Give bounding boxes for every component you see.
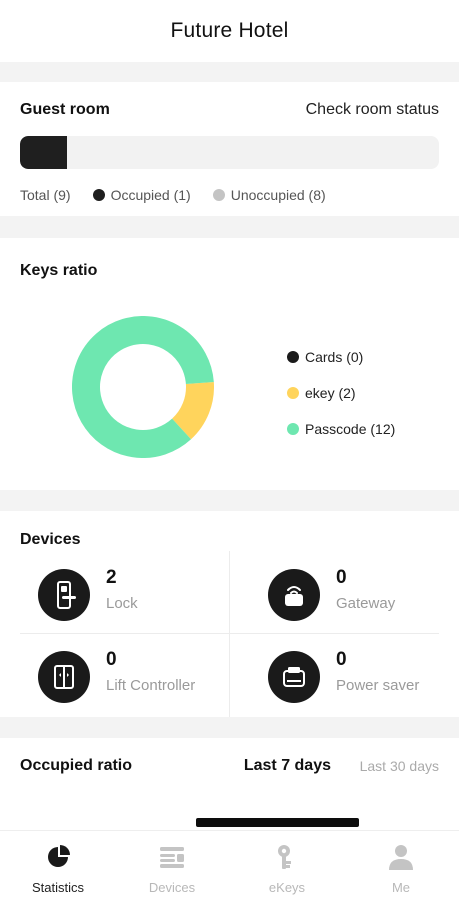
bottom-tab-bar: Statistics Devices eKeys Me [0, 830, 459, 900]
devices-card: Devices 2 Lock 0 Gateway 0 Lift Controll… [0, 511, 459, 717]
scroll-indicator [196, 818, 359, 827]
tab-statistics-label: Statistics [31, 880, 84, 895]
guest-room-title: Guest room [20, 101, 110, 118]
occupancy-progress-fill [20, 136, 67, 169]
device-power-saver[interactable]: 0 Power saver [250, 635, 459, 715]
pie-chart-icon [48, 845, 70, 867]
device-lock[interactable]: 2 Lock [20, 553, 230, 633]
occupancy-progress-bar [20, 136, 439, 169]
legend-passcode: Passcode (12) [287, 411, 395, 447]
app-root: Future Hotel Guest room Check room statu… [0, 0, 459, 900]
person-icon [389, 845, 413, 870]
legend-passcode-label: Passcode (12) [305, 421, 396, 437]
occupied-dot-icon [92, 189, 105, 201]
tab-devices-label: Devices [148, 880, 196, 895]
legend-total: Total (9) [20, 187, 71, 203]
keys-ratio-title: Keys ratio [20, 262, 98, 279]
occupied-ratio-title: Occupied ratio [20, 757, 133, 774]
lock-icon [38, 569, 90, 621]
device-lift-controller[interactable]: 0 Lift Controller [20, 635, 230, 715]
tab-ekeys[interactable]: eKeys [230, 831, 344, 900]
lock-label: Lock [106, 595, 138, 612]
devices-title: Devices [20, 531, 81, 548]
tab-statistics[interactable]: Statistics [1, 831, 115, 900]
header: Future Hotel [0, 0, 459, 62]
tab-me-label: Me [391, 880, 411, 895]
unoccupied-dot-icon [212, 189, 225, 201]
last-7-days-option[interactable]: Last 7 days [244, 757, 331, 775]
keys-ratio-card: Keys ratio Cards (0) ekey (2) Passcode (… [0, 238, 459, 490]
power-saver-count: 0 [336, 649, 347, 670]
lift-controller-count: 0 [106, 649, 117, 670]
legend-cards-label: Cards (0) [305, 349, 364, 365]
keys-donut-chart [72, 316, 214, 458]
donut-slice-ekey [171, 382, 214, 440]
guest-room-card: Guest room Check room status Total (9) O… [0, 82, 459, 216]
power-saver-label: Power saver [336, 677, 420, 694]
ekey-dot-icon [287, 387, 299, 399]
last-30-days-option[interactable]: Last 30 days [360, 758, 439, 774]
page-title: Future Hotel [170, 19, 289, 42]
legend-cards: Cards (0) [287, 339, 395, 375]
legend-occupied-label: Occupied (1) [110, 187, 191, 203]
lock-count: 2 [106, 567, 117, 588]
lift-controller-icon [38, 651, 90, 703]
tab-ekeys-label: eKeys [268, 880, 306, 895]
guest-room-legend: Total (9) Occupied (1) Unoccupied (8) [20, 187, 348, 203]
legend-unoccupied: Unoccupied (8) [212, 187, 326, 203]
tab-devices[interactable]: Devices [115, 831, 229, 900]
power-saver-icon [268, 651, 320, 703]
legend-unoccupied-label: Unoccupied (8) [230, 187, 326, 203]
devices-horizontal-divider [20, 633, 439, 634]
check-room-status-link[interactable]: Check room status [306, 101, 439, 119]
gateway-label: Gateway [336, 595, 396, 612]
cards-dot-icon [287, 351, 299, 363]
passcode-dot-icon [287, 423, 299, 435]
keys-legend: Cards (0) ekey (2) Passcode (12) [287, 339, 395, 447]
legend-ekey-label: ekey (2) [305, 385, 356, 401]
legend-total-label: Total (9) [20, 187, 71, 203]
legend-ekey: ekey (2) [287, 375, 395, 411]
occupied-ratio-card: Occupied ratio Last 7 days Last 30 days [0, 738, 459, 830]
gateway-count: 0 [336, 567, 347, 588]
key-icon [278, 845, 291, 869]
tab-me[interactable]: Me [344, 831, 458, 900]
devices-list-icon [160, 847, 184, 868]
legend-occupied: Occupied (1) [92, 187, 191, 203]
gateway-icon [268, 569, 320, 621]
lift-controller-label: Lift Controller [106, 677, 196, 694]
device-gateway[interactable]: 0 Gateway [250, 553, 459, 633]
